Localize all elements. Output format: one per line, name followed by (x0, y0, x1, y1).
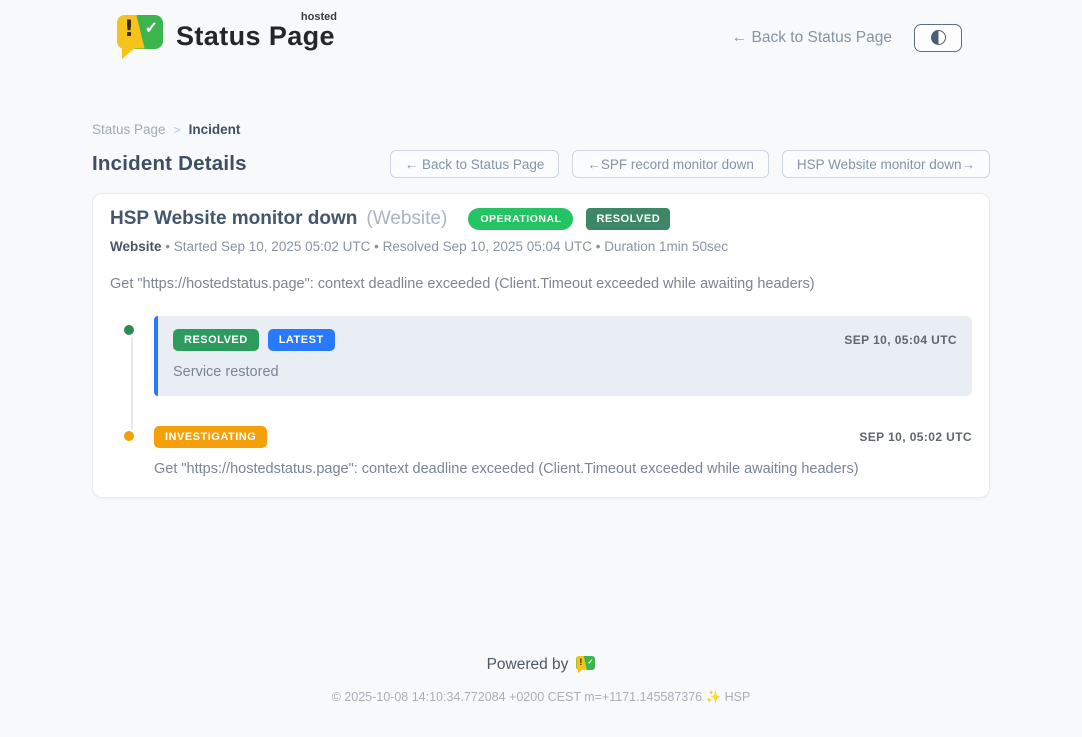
exclamation-glyph: ! (124, 19, 134, 41)
incident-meta: Website • Started Sep 10, 2025 05:02 UTC… (110, 239, 972, 254)
logo-tail (122, 48, 135, 59)
mini-exclamation-glyph: ! (579, 658, 582, 667)
breadcrumb-incident: Incident (189, 122, 241, 137)
powered-by-label: Powered by (487, 656, 569, 674)
incident-description: Get "https://hostedstatus.page": context… (110, 276, 972, 292)
entry-badges: RESOLVED LATEST (173, 329, 335, 351)
entry-message: Get "https://hostedstatus.page": context… (154, 461, 972, 477)
footer: Powered by ! ✓ © 2025-10-08 14:10:34.772… (0, 655, 1082, 705)
entry-badges: INVESTIGATING (154, 426, 267, 448)
timeline-entry-card: RESOLVED LATEST SEP 10, 05:04 UTC Servic… (154, 316, 972, 396)
theme-toggle-button[interactable] (914, 24, 962, 52)
breadcrumb: Status Page > Incident (92, 122, 990, 137)
status-page-logo-icon: ! ✓ (117, 15, 163, 61)
breadcrumb-separator: > (174, 123, 181, 137)
logo-text: Status Page hosted (176, 21, 335, 52)
page-title: Incident Details (92, 152, 247, 176)
breadcrumb-status-page[interactable]: Status Page (92, 122, 166, 137)
entry-timestamp: SEP 10, 05:02 UTC (859, 430, 972, 444)
incident-component: (Website) (366, 208, 447, 230)
copyright-line: © 2025-10-08 14:10:34.772084 +0200 CEST … (0, 690, 1082, 705)
mini-logo-tail (578, 669, 583, 673)
brand-superscript: hosted (301, 11, 337, 23)
operational-badge: OPERATIONAL (468, 208, 573, 230)
checkmark-glyph: ✓ (145, 21, 158, 37)
timeline-entry-plain: INVESTIGATING SEP 10, 05:02 UTC Get "htt… (154, 422, 972, 477)
logo-bubble: ! ✓ (117, 15, 163, 49)
meta-details: • Started Sep 10, 2025 05:02 UTC • Resol… (162, 239, 729, 254)
powered-by: Powered by ! ✓ (487, 655, 596, 674)
incident-title-row: HSP Website monitor down (Website) OPERA… (110, 208, 972, 230)
prev-incident-button[interactable]: ←SPF record monitor down (572, 150, 769, 178)
next-incident-button[interactable]: HSP Website monitor down→ (782, 150, 990, 178)
timeline-dot-column (110, 422, 154, 477)
latest-badge: LATEST (268, 329, 335, 351)
powered-by-logo-icon[interactable]: ! ✓ (576, 655, 595, 674)
timeline-dot-column (110, 316, 154, 396)
resolved-badge: RESOLVED (173, 329, 259, 351)
mini-logo-bubble: ! ✓ (576, 656, 595, 670)
incident-card: HSP Website monitor down (Website) OPERA… (92, 193, 990, 498)
resolved-dot-icon (121, 322, 137, 338)
incident-title: HSP Website monitor down (110, 208, 357, 230)
meta-component-name: Website (110, 239, 162, 254)
entry-timestamp: SEP 10, 05:04 UTC (844, 333, 957, 347)
entry-header: RESOLVED LATEST SEP 10, 05:04 UTC (173, 329, 957, 351)
investigating-badge: INVESTIGATING (154, 426, 267, 448)
brand-name: Status Page (176, 21, 335, 51)
incident-timeline: RESOLVED LATEST SEP 10, 05:04 UTC Servic… (110, 316, 972, 477)
timeline-entry: INVESTIGATING SEP 10, 05:02 UTC Get "htt… (110, 422, 972, 477)
brand-logo[interactable]: ! ✓ Status Page hosted (117, 15, 335, 61)
resolved-badge: RESOLVED (586, 208, 670, 230)
contrast-icon (931, 30, 946, 45)
header: ! ✓ Status Page hosted ← Back to Status … (0, 0, 1082, 60)
investigating-dot-icon (121, 428, 137, 444)
timeline-entry: RESOLVED LATEST SEP 10, 05:04 UTC Servic… (110, 316, 972, 396)
header-actions: ← Back to Status Page (732, 24, 962, 52)
back-to-status-page-button[interactable]: ← Back to Status Page (390, 150, 560, 178)
back-to-status-page-link[interactable]: ← Back to Status Page (732, 29, 892, 47)
main-content: Status Page > Incident Incident Details … (92, 122, 990, 498)
mini-checkmark-glyph: ✓ (588, 659, 594, 666)
title-row: Incident Details ← Back to Status Page ←… (92, 150, 990, 178)
entry-header: INVESTIGATING SEP 10, 05:02 UTC (154, 426, 972, 448)
incident-nav-buttons: ← Back to Status Page ←SPF record monito… (390, 150, 990, 178)
entry-message: Service restored (173, 364, 957, 380)
